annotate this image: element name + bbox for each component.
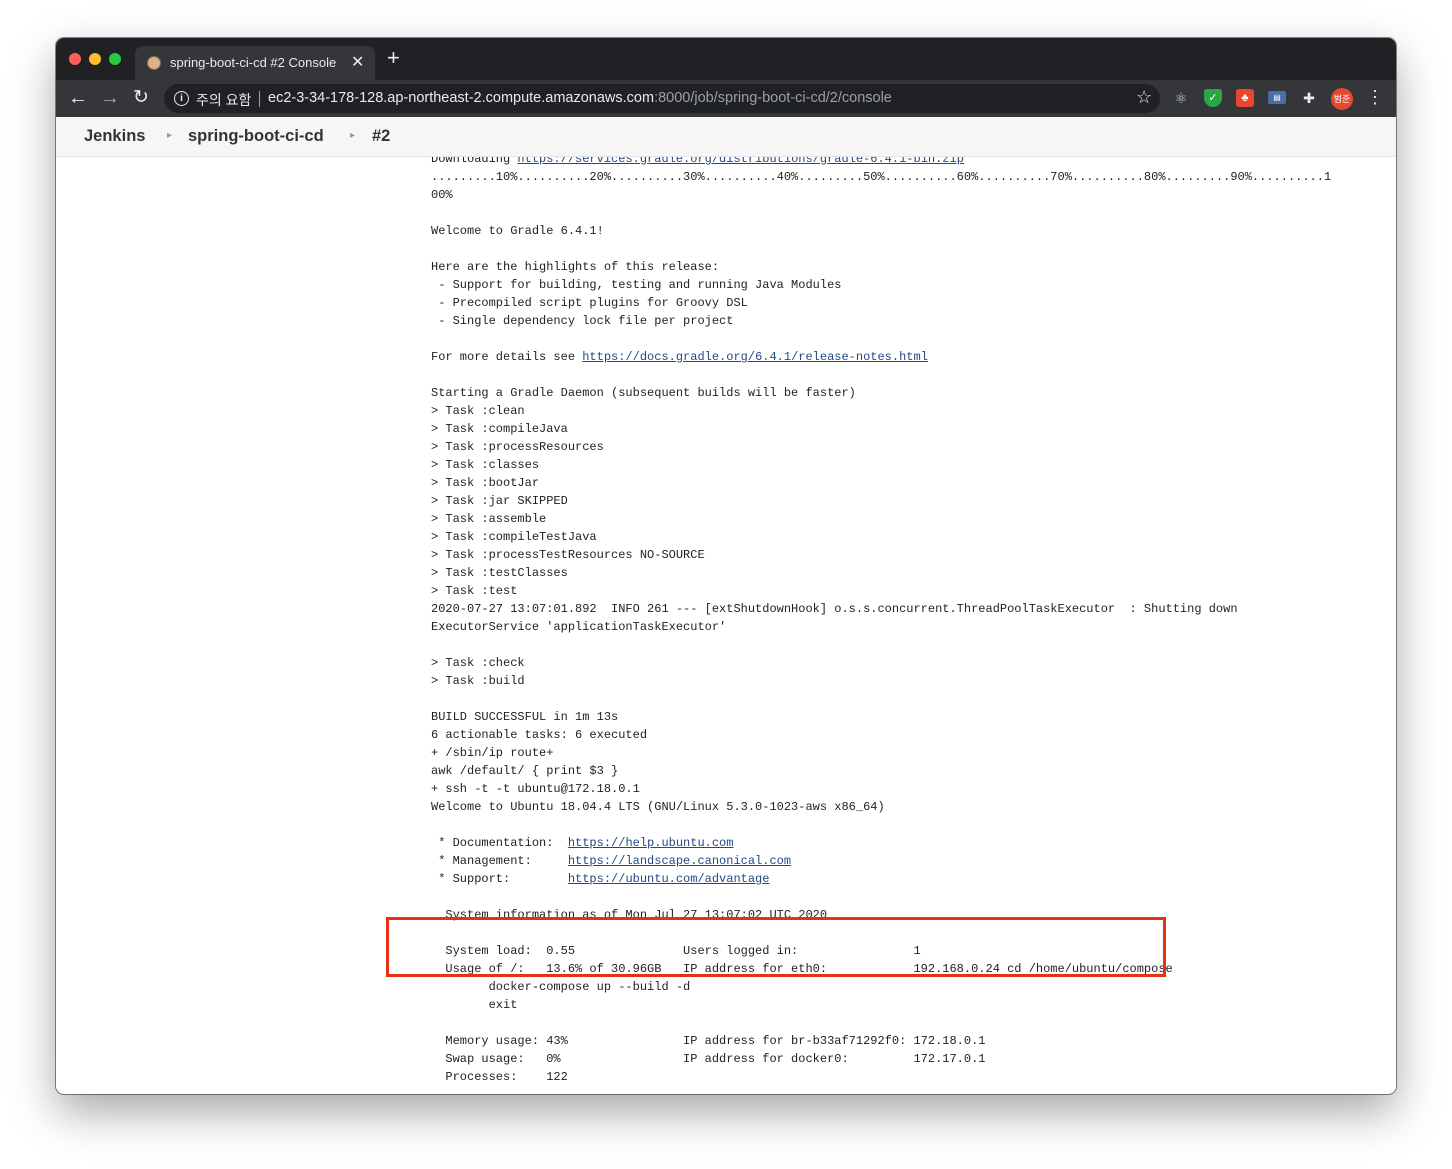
console-line: 2020-07-27 13:07:01.892 INFO 261 --- [ex… xyxy=(431,602,1238,616)
gradle-release-notes-link[interactable]: https://docs.gradle.org/6.4.1/release-no… xyxy=(582,350,928,364)
jenkins-breadcrumb-bar: Jenkins ▸ spring-boot-ci-cd ▸ #2 xyxy=(56,117,1396,157)
console-line: * Support: https://ubuntu.com/advantage xyxy=(431,872,770,886)
landscape-link[interactable]: https://landscape.canonical.com xyxy=(568,854,791,868)
breadcrumb-chevron-icon: ▸ xyxy=(167,130,173,141)
console-line: > Task :classes xyxy=(431,458,540,472)
browser-toolbar: ← → ↻ i 주의 요함 ec2-3-34-178-128.ap-northe… xyxy=(56,80,1396,117)
console-line: > Task :assemble xyxy=(431,512,547,526)
console-line: > Task :compileJava xyxy=(431,422,568,436)
console-line: docker-compose up --build -d xyxy=(431,980,691,994)
console-line: exit xyxy=(431,998,518,1012)
ubuntu-help-link[interactable]: https://help.ubuntu.com xyxy=(568,836,734,850)
console-line: - Support for building, testing and runn… xyxy=(431,278,842,292)
breadcrumb-build[interactable]: #2 xyxy=(372,127,390,146)
maximize-window-button[interactable] xyxy=(109,53,121,65)
browser-titlebar: spring-boot-ci-cd #2 Console ✕ + xyxy=(56,38,1396,80)
shield-extension-icon[interactable]: ✓ xyxy=(1204,89,1222,107)
forward-arrow-icon[interactable]: → xyxy=(100,86,120,110)
breadcrumb-chevron-icon: ▸ xyxy=(350,130,356,141)
console-line: + /sbin/ip route+ xyxy=(431,746,554,760)
bookmark-star-icon[interactable]: ☆ xyxy=(1136,87,1152,108)
console-line: Processes: 122 xyxy=(431,1070,568,1084)
console-line: .........10%..........20%..........30%..… xyxy=(431,170,1332,184)
react-devtools-icon[interactable]: ⚛ xyxy=(1172,89,1190,107)
console-line: > Task :processResources xyxy=(431,440,604,454)
console-line: For more details see https://docs.gradle… xyxy=(431,350,928,364)
address-bar[interactable]: i 주의 요함 ec2-3-34-178-128.ap-northeast-2.… xyxy=(164,84,1160,113)
gradle-download-link[interactable]: https://services.gradle.org/distribution… xyxy=(517,157,963,166)
console-line: Starting a Gradle Daemon (subsequent bui… xyxy=(431,386,856,400)
browser-tab[interactable]: spring-boot-ci-cd #2 Console ✕ xyxy=(135,46,375,80)
console-line: - Precompiled script plugins for Groovy … xyxy=(431,296,748,310)
extensions-puzzle-icon[interactable]: ✚ xyxy=(1300,89,1318,107)
console-line: Memory usage: 43% IP address for br-b33a… xyxy=(431,1034,986,1048)
console-line: Swap usage: 0% IP address for docker0: 1… xyxy=(431,1052,986,1066)
tab-title: spring-boot-ci-cd #2 Console xyxy=(170,55,337,70)
profile-avatar[interactable]: 범준 xyxy=(1331,88,1353,110)
back-arrow-icon[interactable]: ← xyxy=(68,86,88,110)
url-path: :8000/job/spring-boot-ci-cd/2/console xyxy=(654,90,892,106)
breadcrumb-jenkins[interactable]: Jenkins xyxy=(84,127,145,146)
red-extension-icon[interactable]: ♣ xyxy=(1236,89,1254,107)
close-tab-icon[interactable]: ✕ xyxy=(351,52,364,72)
info-icon[interactable]: i xyxy=(174,91,189,106)
jenkins-favicon-icon xyxy=(147,56,161,70)
console-line: * Documentation: https://help.ubuntu.com xyxy=(431,836,734,850)
console-line: 6 actionable tasks: 6 executed xyxy=(431,728,648,742)
console-line: > Task :check xyxy=(431,656,525,670)
console-line: * Management: https://landscape.canonica… xyxy=(431,854,792,868)
console-line: - Single dependency lock file per projec… xyxy=(431,314,734,328)
console-line: + ssh -t -t ubuntu@172.18.0.1 xyxy=(431,782,640,796)
console-line: ExecutorService 'applicationTaskExecutor… xyxy=(431,620,727,634)
console-line: BUILD SUCCESSFUL in 1m 13s xyxy=(431,710,619,724)
console-line: > Task :test xyxy=(431,584,518,598)
console-line: > Task :bootJar xyxy=(431,476,540,490)
console-line: > Task :jar SKIPPED xyxy=(431,494,568,508)
new-tab-button[interactable]: + xyxy=(387,47,400,69)
console-line: > Task :build xyxy=(431,674,525,688)
close-window-button[interactable] xyxy=(69,53,81,65)
console-line: Welcome to Ubuntu 18.04.4 LTS (GNU/Linux… xyxy=(431,800,885,814)
console-line: Here are the highlights of this release: xyxy=(431,260,720,274)
console-line: > Task :testClasses xyxy=(431,566,568,580)
url-text[interactable]: ec2-3-34-178-128.ap-northeast-2.compute.… xyxy=(268,90,892,106)
security-label[interactable]: 주의 요함 xyxy=(196,90,251,110)
blue-extension-icon[interactable]: ▤ xyxy=(1268,91,1286,104)
console-line: Downloading https://services.gradle.org/… xyxy=(431,157,1331,168)
ubuntu-advantage-link[interactable]: https://ubuntu.com/advantage xyxy=(568,872,770,886)
breadcrumb-job[interactable]: spring-boot-ci-cd xyxy=(188,127,324,146)
address-separator xyxy=(259,91,260,107)
console-line: > Task :processTestResources NO-SOURCE xyxy=(431,548,705,562)
console-line: Welcome to Gradle 6.4.1! xyxy=(431,224,604,238)
console-line: 00% xyxy=(431,188,453,202)
console-line: awk /default/ { print $3 } xyxy=(431,764,619,778)
console-line: > Task :compileTestJava xyxy=(431,530,597,544)
highlight-box xyxy=(386,917,1166,977)
reload-icon[interactable]: ↻ xyxy=(133,86,149,110)
url-host: ec2-3-34-178-128.ap-northeast-2.compute.… xyxy=(268,90,655,106)
console-line: > Task :clean xyxy=(431,404,525,418)
more-menu-icon[interactable]: ⋮ xyxy=(1366,86,1384,108)
minimize-window-button[interactable] xyxy=(89,53,101,65)
